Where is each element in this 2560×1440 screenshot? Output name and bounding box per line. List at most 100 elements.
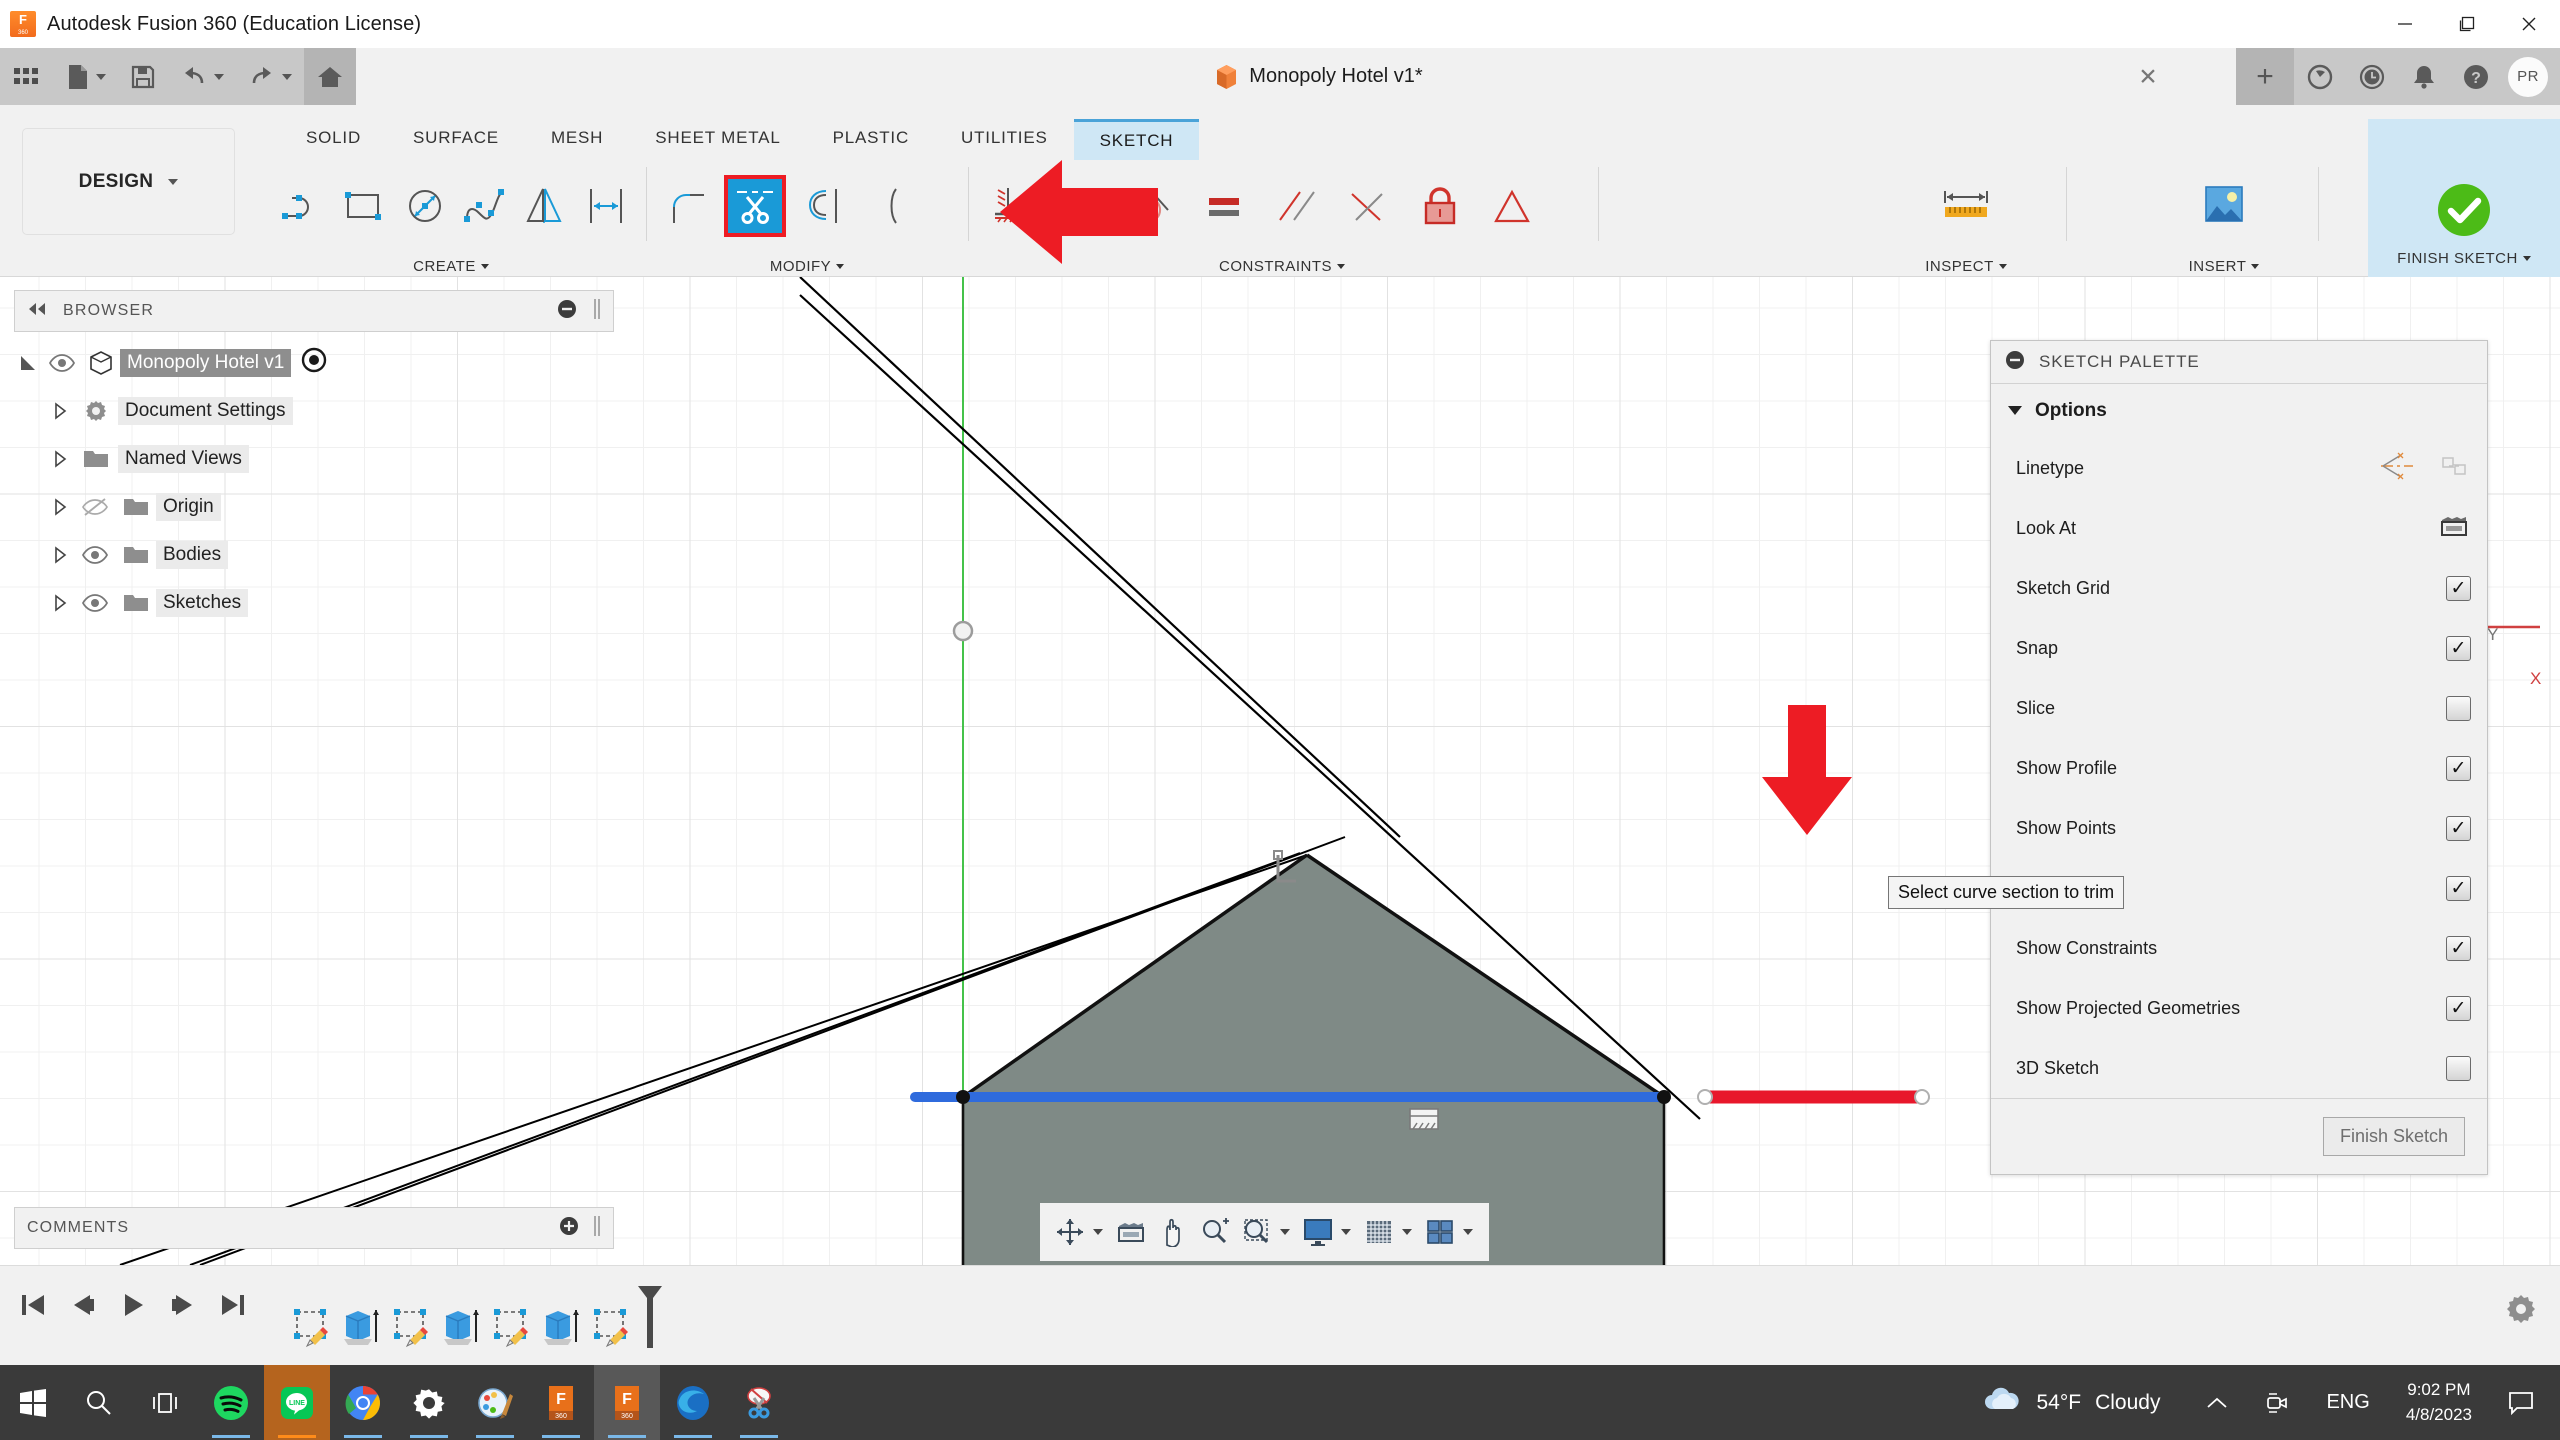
close-document-tab-button[interactable]: ✕ [2131, 63, 2165, 90]
action-center-icon[interactable] [2490, 1391, 2560, 1415]
help-icon[interactable]: ? [2450, 48, 2502, 105]
extrude-feature-icon[interactable] [340, 1306, 382, 1355]
tab-plastic[interactable]: PLASTIC [807, 119, 935, 160]
show-constraints-checkbox[interactable]: ✓ [2446, 935, 2471, 961]
ribbon-group-modify-label[interactable]: MODIFY [652, 258, 962, 275]
timeline-settings-gear-icon[interactable] [2504, 1292, 2538, 1331]
clock[interactable]: 9:02 PM 4/8/2023 [2388, 1378, 2490, 1427]
tab-solid[interactable]: SOLID [280, 119, 387, 160]
fix-unfix-constraint-icon[interactable] [1404, 169, 1476, 243]
close-button[interactable] [2498, 0, 2560, 48]
comments-panel[interactable]: COMMENTS [14, 1207, 614, 1249]
eye-visible-icon[interactable] [74, 594, 116, 612]
avatar[interactable]: PR [2508, 56, 2548, 97]
extensions-icon[interactable] [2294, 48, 2346, 105]
ribbon-group-insert-label[interactable]: INSERT [2148, 258, 2300, 275]
centerline-icon[interactable] [2439, 452, 2471, 485]
show-profile-checkbox[interactable]: ✓ [2446, 755, 2471, 781]
new-tab-button[interactable]: + [2236, 48, 2294, 105]
midpoint-constraint-icon[interactable] [1332, 169, 1404, 243]
line-icon[interactable] [274, 169, 334, 243]
eye-visible-icon[interactable] [74, 546, 116, 564]
show-projected-geometries-checkbox[interactable]: ✓ [2446, 995, 2471, 1021]
minus-circle-icon[interactable] [557, 299, 577, 324]
skip-to-end-icon[interactable] [218, 1290, 248, 1325]
sketch-feature-icon[interactable] [590, 1306, 632, 1355]
paint-icon[interactable] [462, 1365, 528, 1440]
display-settings-icon[interactable] [1298, 1209, 1338, 1255]
chevron-down-icon[interactable] [1093, 1229, 1103, 1235]
mirror-icon[interactable] [515, 169, 575, 243]
windows-start-icon[interactable] [0, 1365, 66, 1440]
language-indicator[interactable]: ENG [2308, 1391, 2387, 1414]
job-status-clock-icon[interactable] [2346, 48, 2398, 105]
tree-item-document-settings[interactable]: Document Settings [14, 387, 614, 435]
pan-icon[interactable] [1153, 1209, 1193, 1255]
spline-icon[interactable] [455, 169, 515, 243]
expander-collapsed-icon[interactable] [46, 450, 74, 468]
extrude-feature-icon[interactable] [440, 1306, 482, 1355]
bell-icon[interactable] [2398, 48, 2450, 105]
tree-item-origin[interactable]: Origin [14, 483, 614, 531]
expander-collapsed-icon[interactable] [46, 546, 74, 564]
app-grid-icon[interactable] [0, 48, 54, 105]
eye-hidden-icon[interactable] [74, 497, 116, 517]
step-forward-icon[interactable] [168, 1290, 198, 1325]
skip-to-start-icon[interactable] [18, 1290, 48, 1325]
tree-item-sketches[interactable]: Sketches [14, 579, 614, 627]
circle-icon[interactable] [395, 169, 455, 243]
extend-icon[interactable] [786, 169, 858, 243]
plus-circle-icon[interactable] [559, 1216, 579, 1241]
orbit-icon[interactable] [1050, 1209, 1090, 1255]
construction-line-icon[interactable] [2379, 452, 2415, 485]
finish-sketch-palette-button[interactable]: Finish Sketch [2322, 1117, 2465, 1156]
expander-collapsed-icon[interactable] [46, 498, 74, 516]
edge-icon[interactable] [660, 1365, 726, 1440]
document-tab[interactable]: Monopoly Hotel v1* [466, 48, 2172, 105]
new-document-icon[interactable] [54, 48, 118, 105]
tab-surface[interactable]: SURFACE [387, 119, 525, 160]
meet-now-camera-icon[interactable] [2246, 1391, 2308, 1415]
sketch-feature-icon[interactable] [290, 1306, 332, 1355]
chevron-down-icon[interactable] [1341, 1229, 1351, 1235]
tab-utilities[interactable]: UTILITIES [935, 119, 1074, 160]
grid-snap-icon[interactable] [1359, 1209, 1399, 1255]
chevron-down-icon[interactable] [1463, 1229, 1473, 1235]
eye-visible-icon[interactable] [42, 354, 82, 372]
options-section-header[interactable]: Options [1991, 384, 2487, 438]
tab-sheet-metal[interactable]: SHEET METAL [629, 119, 806, 160]
slice-checkbox[interactable] [2446, 695, 2471, 721]
snap-checkbox[interactable]: ✓ [2446, 635, 2471, 661]
viewport-layout-icon[interactable] [1420, 1209, 1460, 1255]
fusion360-icon[interactable]: F 360 [594, 1365, 660, 1440]
minimize-button[interactable] [2374, 0, 2436, 48]
offset-icon[interactable] [576, 169, 636, 243]
trim-icon[interactable] [724, 175, 786, 237]
minus-circle-icon[interactable] [2005, 350, 2025, 375]
ribbon-group-inspect-label[interactable]: INSPECT [1886, 258, 2046, 275]
redo-icon[interactable] [236, 48, 304, 105]
parallel-constraint-icon[interactable] [1260, 169, 1332, 243]
look-at-icon[interactable] [1111, 1209, 1151, 1255]
break-icon[interactable] [858, 169, 930, 243]
zoom-icon[interactable] [1195, 1209, 1235, 1255]
finish-sketch-button[interactable]: FINISH SKETCH [2368, 119, 2560, 277]
tab-sketch[interactable]: SKETCH [1073, 119, 1200, 160]
sketch-feature-icon[interactable] [390, 1306, 432, 1355]
expander-expanded-icon[interactable] [14, 353, 42, 373]
fusion360-icon[interactable]: F 360 [528, 1365, 594, 1440]
search-icon[interactable] [66, 1365, 132, 1440]
chevron-up-icon[interactable] [2188, 1395, 2246, 1411]
chrome-icon[interactable] [330, 1365, 396, 1440]
home-icon[interactable] [304, 48, 356, 105]
tab-mesh[interactable]: MESH [525, 119, 629, 160]
resize-handle-icon[interactable] [593, 298, 601, 325]
tree-item-named-views[interactable]: Named Views [14, 435, 614, 483]
chevron-down-icon[interactable] [1402, 1229, 1412, 1235]
rectangle-icon[interactable] [334, 169, 394, 243]
weather-widget[interactable]: 54°F Cloudy [1981, 1385, 2189, 1421]
step-back-icon[interactable] [68, 1290, 98, 1325]
collapse-left-icon[interactable] [27, 302, 47, 321]
maximize-restore-button[interactable] [2436, 0, 2498, 48]
look-at-camera-icon[interactable] [2439, 513, 2469, 544]
